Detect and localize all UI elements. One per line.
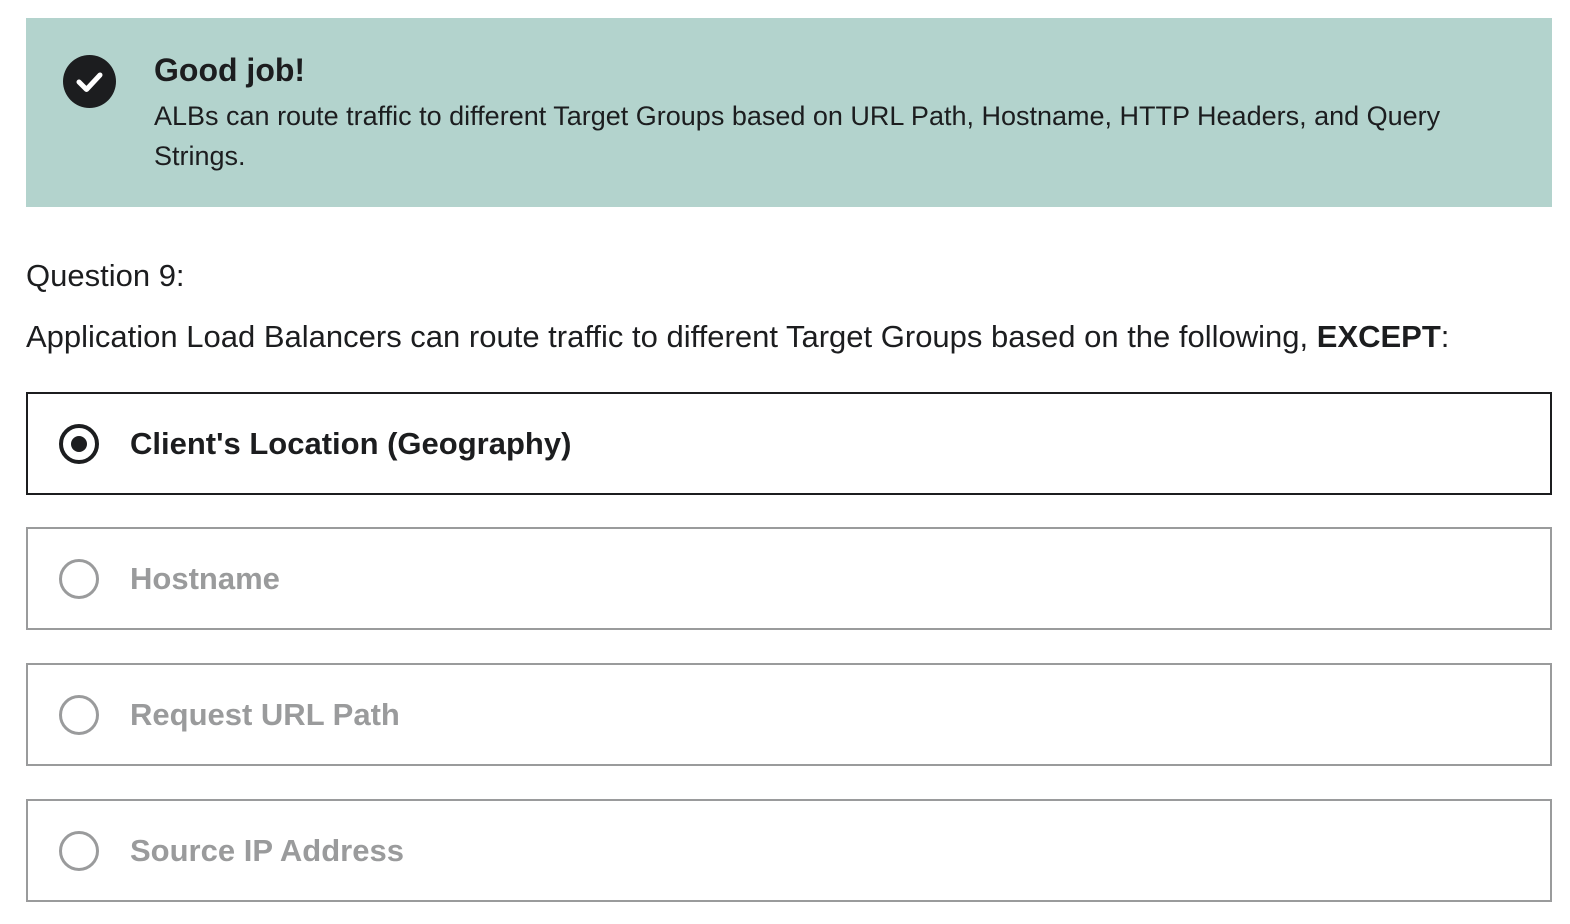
answer-option-client-location[interactable]: Client's Location (Geography) (26, 392, 1552, 495)
answer-option-label: Client's Location (Geography) (130, 426, 572, 461)
answer-option-request-url-path[interactable]: Request URL Path (26, 663, 1552, 766)
radio-button[interactable] (59, 559, 99, 599)
question-number: Question 9: (26, 258, 185, 293)
question-prompt-emphasis: EXCEPT (1316, 319, 1441, 354)
answer-option-label: Hostname (130, 561, 280, 596)
radio-button[interactable] (59, 695, 99, 735)
radio-button[interactable] (59, 831, 99, 871)
question-prompt-suffix: : (1440, 319, 1450, 354)
answer-option-label: Request URL Path (130, 697, 400, 732)
answer-option-source-ip-address[interactable]: Source IP Address (26, 799, 1552, 902)
alert-message: ALBs can route traffic to different Targ… (154, 101, 1441, 171)
alert-title: Good job! (154, 52, 306, 88)
question-prompt-text: Application Load Balancers can route tra… (26, 319, 1309, 354)
answer-option-label: Source IP Address (130, 833, 404, 868)
answer-option-hostname[interactable]: Hostname (26, 527, 1552, 630)
radio-button-selected[interactable] (59, 424, 99, 464)
quiz-page: Good job! ALBs can route traffic to diff… (0, 0, 1570, 924)
question-prompt: Application Load Balancers can route tra… (26, 317, 1449, 357)
success-alert: Good job! ALBs can route traffic to diff… (26, 18, 1552, 207)
radio-dot (71, 436, 87, 452)
check-circle-icon (63, 55, 116, 108)
